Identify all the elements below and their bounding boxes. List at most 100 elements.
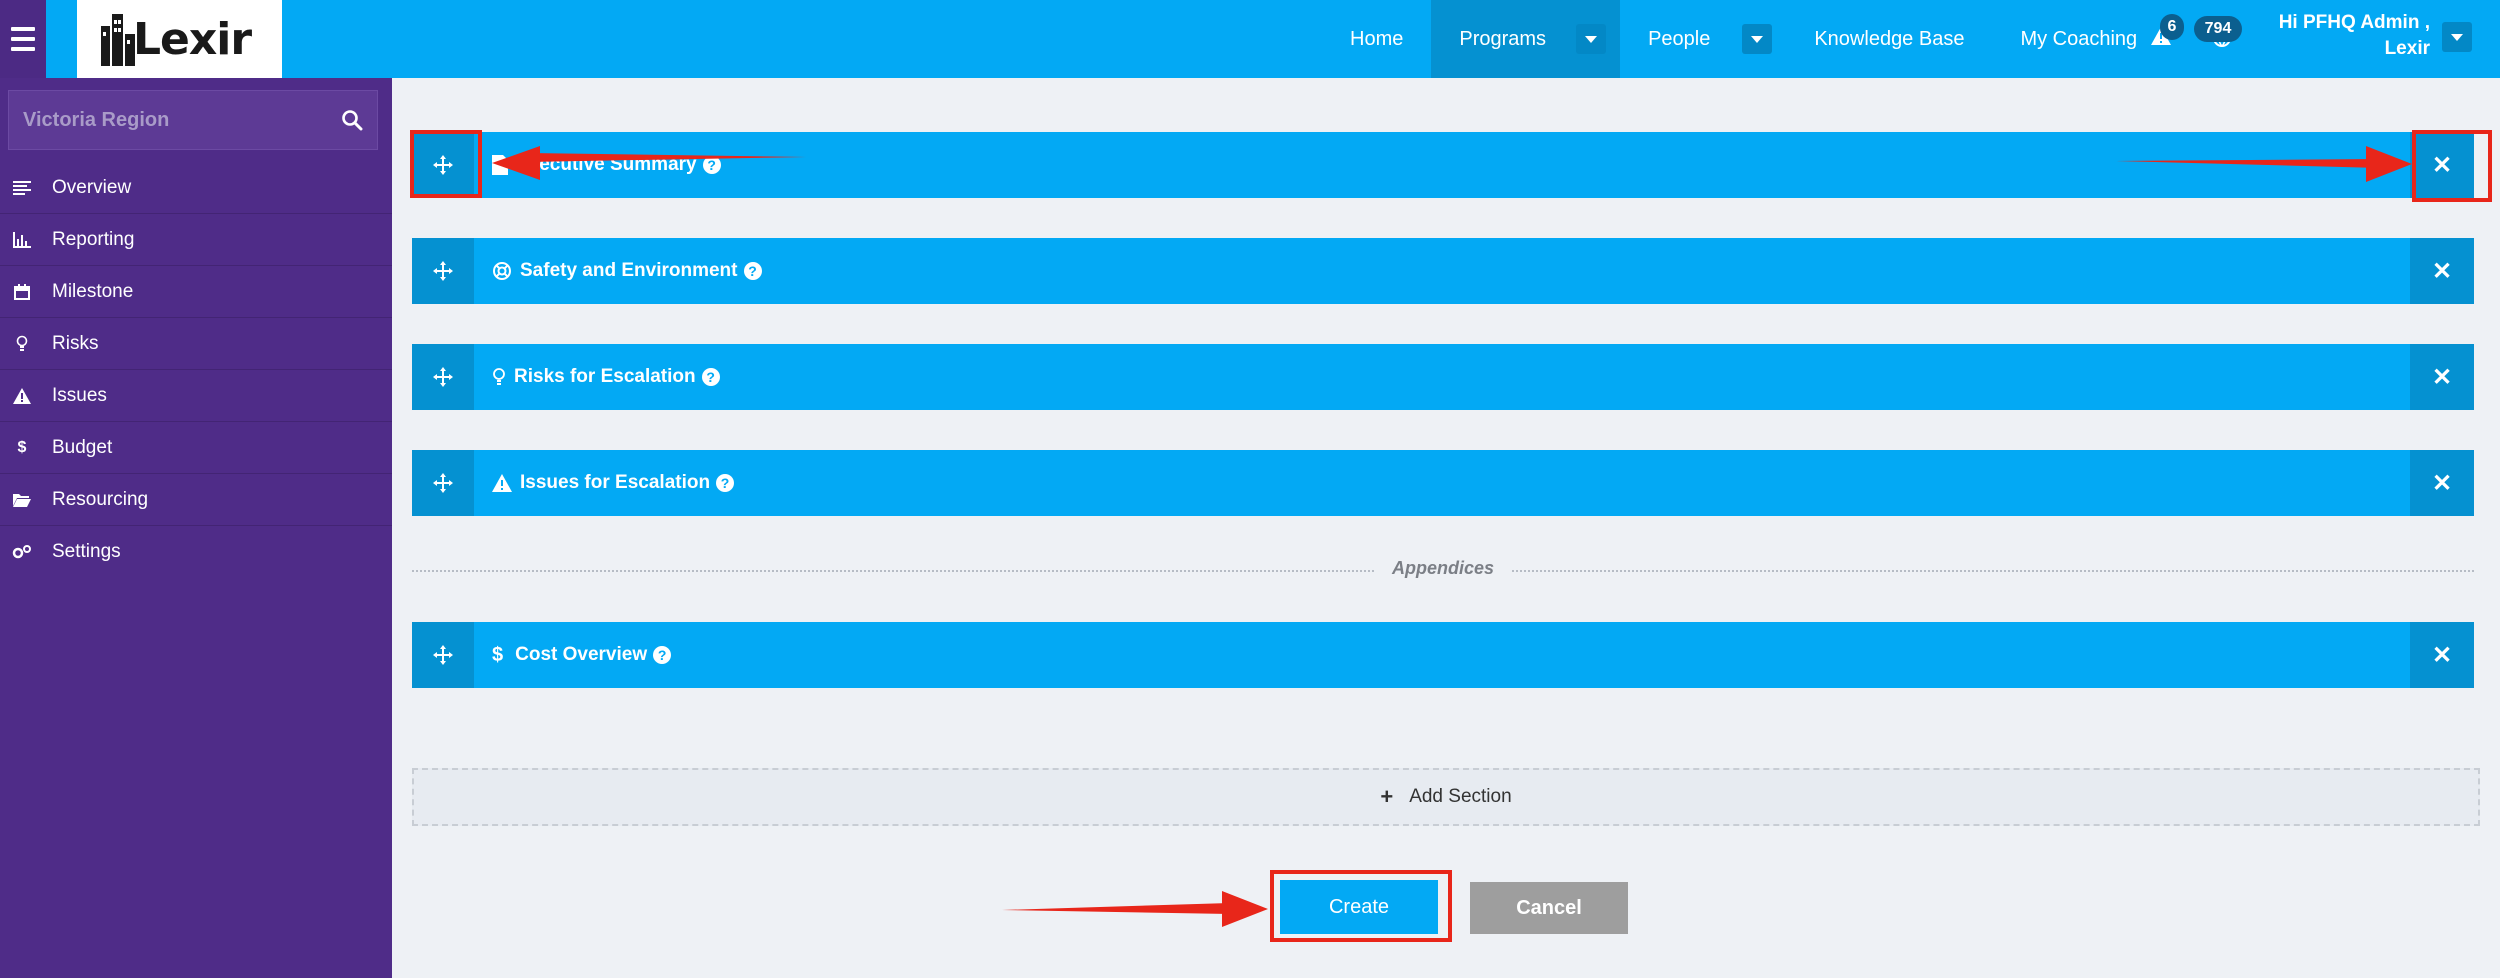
move-icon <box>433 155 453 175</box>
greeting-line-1: Hi PFHQ Admin , <box>2278 12 2430 33</box>
section-executive-summary: Executive Summary ? ✕ <box>412 132 2474 198</box>
appendices-divider: Appendices <box>412 558 2474 580</box>
add-section-label: Add Section <box>1409 786 1512 807</box>
hamburger-icon <box>11 37 35 41</box>
close-icon: ✕ <box>2431 257 2453 285</box>
move-icon <box>433 645 453 665</box>
move-icon <box>433 261 453 281</box>
section-title-text: Safety and Environment <box>520 260 738 281</box>
region-search-value: Victoria Region <box>23 108 170 131</box>
section-drag-handle[interactable] <box>412 132 474 198</box>
sidebar-item-risks[interactable]: Risks <box>0 318 392 370</box>
sidebar-item-milestone[interactable]: Milestone <box>0 266 392 318</box>
chevron-down-icon <box>2451 33 2463 41</box>
section-cost-overview: $ Cost Overview ? ✕ <box>412 622 2474 688</box>
hamburger-icon <box>11 47 35 51</box>
lightbulb-icon <box>12 334 32 354</box>
sidebar-item-label: Overview <box>52 176 132 198</box>
report-template-editor: Executive Summary ? ✕ Safety and Environ… <box>392 78 2500 978</box>
section-title: Risks for Escalation ? <box>492 344 720 410</box>
help-icon[interactable]: ? <box>653 646 672 664</box>
move-icon <box>433 367 453 387</box>
remove-section-button[interactable]: ✕ <box>2410 622 2474 688</box>
nav-people-label: People <box>1648 27 1711 50</box>
section-title-text: Issues for Escalation <box>520 472 711 493</box>
cancel-button[interactable]: Cancel <box>1470 882 1628 934</box>
help-icon[interactable]: ? <box>702 156 721 174</box>
user-menu-dropdown-button[interactable] <box>2442 22 2472 52</box>
notifications-badge: 794 <box>2194 16 2242 42</box>
section-drag-handle[interactable] <box>412 622 474 688</box>
sidebar-item-overview[interactable]: Overview <box>0 162 392 214</box>
sidebar-item-issues[interactable]: Issues <box>0 370 392 422</box>
top-navigation-bar: Lexir Home Programs People Knowledge Bas… <box>0 0 2500 78</box>
plus-icon: + <box>1380 784 1394 809</box>
section-title-text: Executive Summary <box>516 154 697 175</box>
sidebar-item-settings[interactable]: Settings <box>0 526 392 578</box>
nav-programs[interactable]: Programs <box>1431 0 1621 78</box>
section-drag-handle[interactable] <box>412 238 474 304</box>
section-risks-for-escalation: Risks for Escalation ? ✕ <box>412 344 2474 410</box>
warning-icon <box>492 474 512 492</box>
dollar-icon: $ <box>17 438 27 456</box>
main-nav: Home Programs People Knowledge Base My C… <box>1322 0 2165 78</box>
brand-logo[interactable]: Lexir <box>77 0 282 78</box>
bar-chart-icon <box>12 230 32 250</box>
create-button[interactable]: Create <box>1280 880 1438 934</box>
warnings-badge: 6 <box>2160 14 2184 40</box>
remove-section-button[interactable]: ✕ <box>2410 238 2474 304</box>
sidebar-item-label: Risks <box>52 332 99 354</box>
nav-my-coaching[interactable]: My Coaching <box>1992 0 2165 78</box>
nav-people[interactable]: People <box>1620 0 1786 78</box>
logo-text: Lexir <box>133 13 252 65</box>
sidebar-item-label: Settings <box>52 541 121 562</box>
section-title-text: Cost Overview <box>515 644 648 665</box>
folder-icon <box>12 490 32 510</box>
sidebar-item-label: Reporting <box>52 228 135 250</box>
chevron-down-icon <box>1585 35 1598 43</box>
region-search-field[interactable]: Victoria Region <box>8 90 378 150</box>
sidebar: Victoria Region Overview Reporting Miles… <box>0 78 392 978</box>
section-drag-handle[interactable] <box>412 450 474 516</box>
sidebar-item-reporting[interactable]: Reporting <box>0 214 392 266</box>
dollar-icon: $ <box>492 643 504 666</box>
nav-home[interactable]: Home <box>1322 0 1431 78</box>
section-drag-handle[interactable] <box>412 344 474 410</box>
section-title: Executive Summary ? <box>492 132 721 198</box>
document-icon <box>492 155 508 175</box>
help-icon[interactable]: ? <box>743 262 762 280</box>
close-icon: ✕ <box>2431 151 2453 179</box>
user-greeting[interactable]: Hi PFHQ Admin , Lexir <box>2260 10 2430 62</box>
close-icon: ✕ <box>2431 469 2453 497</box>
help-icon[interactable]: ? <box>701 368 720 386</box>
remove-section-button[interactable]: ✕ <box>2410 450 2474 516</box>
hamburger-icon <box>11 27 35 31</box>
lifebuoy-icon <box>492 261 512 281</box>
section-title: $ Cost Overview ? <box>492 622 672 688</box>
section-safety-and-environment: Safety and Environment ? ✕ <box>412 238 2474 304</box>
appendices-label: Appendices <box>1375 558 1511 578</box>
sidebar-item-label: Resourcing <box>52 488 149 510</box>
sidebar-item-label: Issues <box>52 384 107 406</box>
cogs-icon <box>12 542 32 562</box>
help-icon[interactable]: ? <box>716 474 735 492</box>
remove-section-button[interactable]: ✕ <box>2410 132 2474 198</box>
section-title: Safety and Environment ? <box>492 238 762 304</box>
move-icon <box>433 473 453 493</box>
remove-section-button[interactable]: ✕ <box>2410 344 2474 410</box>
sidebar-menu: Overview Reporting Milestone Risks Issue… <box>0 162 392 578</box>
search-icon[interactable] <box>341 109 363 131</box>
nav-knowledge-base[interactable]: Knowledge Base <box>1786 0 1992 78</box>
warning-icon <box>12 386 32 406</box>
building-logo-icon <box>101 14 135 66</box>
sidebar-item-label: Budget <box>52 436 113 458</box>
add-section-button[interactable]: + Add Section <box>412 768 2480 826</box>
sidebar-item-budget[interactable]: $ Budget <box>0 422 392 474</box>
close-icon: ✕ <box>2431 363 2453 391</box>
people-dropdown-button[interactable] <box>1742 24 1773 54</box>
sidebar-item-resourcing[interactable]: Resourcing <box>0 474 392 526</box>
menu-toggle-button[interactable] <box>0 0 46 78</box>
section-title: Issues for Escalation ? <box>492 450 735 516</box>
programs-dropdown-button[interactable] <box>1576 24 1607 54</box>
list-icon <box>12 178 32 198</box>
